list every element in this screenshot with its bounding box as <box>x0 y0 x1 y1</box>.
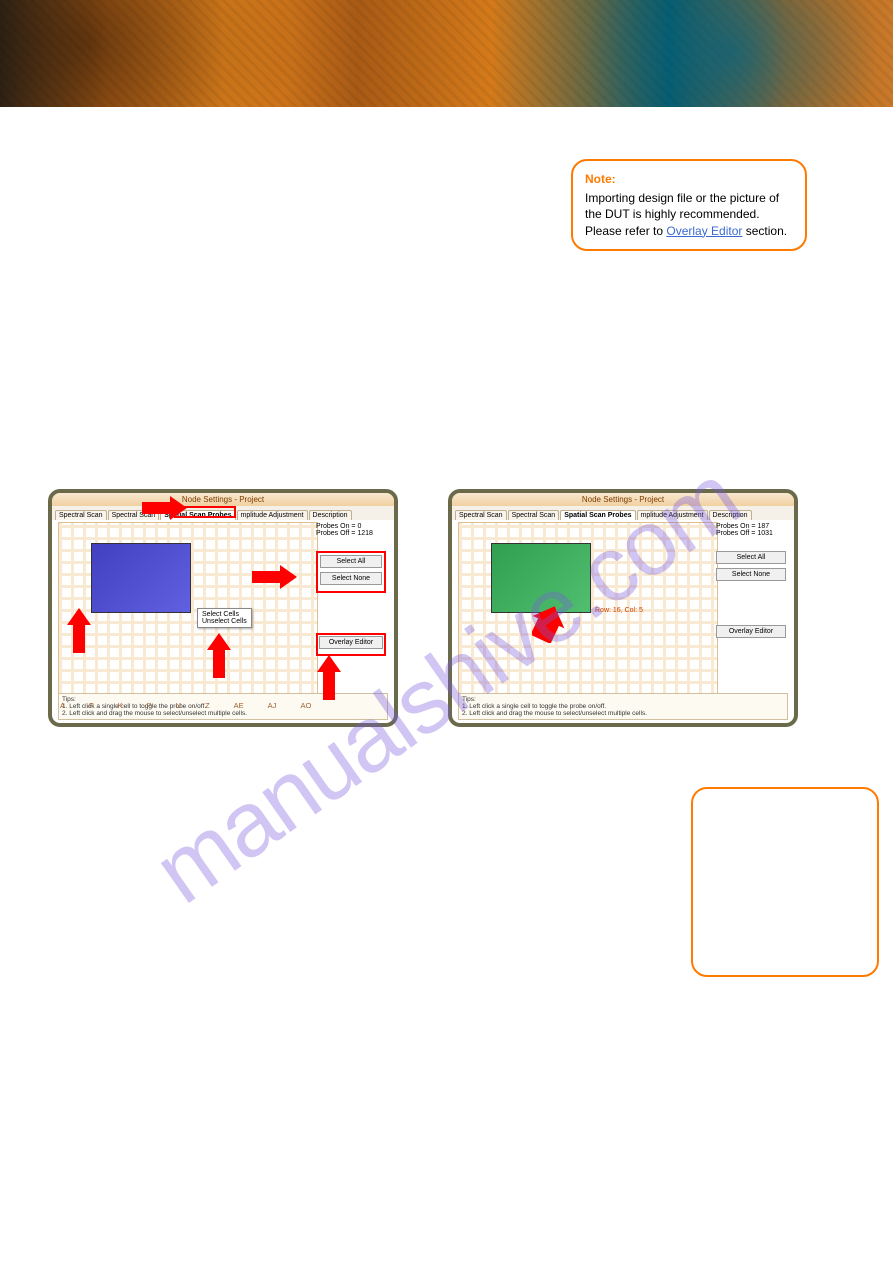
tip-1: 1. Left click a single cell to toggle th… <box>462 703 784 710</box>
arrow-icon <box>142 496 187 520</box>
tips-box: Tips: 1. Left click a single cell to tog… <box>458 693 788 720</box>
select-all-button[interactable]: Select All <box>320 555 382 568</box>
note-box-top: Note: Importing design file or the pictu… <box>571 159 807 251</box>
dut-overlay-blue <box>91 543 191 613</box>
arrow-icon <box>207 633 231 678</box>
probes-off-label: Probes Off <box>716 530 749 537</box>
probe-grid[interactable] <box>58 522 318 697</box>
tab-spectral-scan[interactable]: Spectral Scan <box>55 510 107 520</box>
probes-on-value: = 187 <box>751 523 769 530</box>
overlay-editor-link[interactable]: Overlay Editor <box>666 224 742 238</box>
select-none-button[interactable]: Select None <box>716 568 786 581</box>
axis-letters-left: AFKPUZAEAJAO <box>60 701 311 710</box>
probes-on-label: Probes On <box>716 523 749 530</box>
window-title: Node Settings - Project <box>452 493 794 506</box>
screenshot-left: Node Settings - Project Spectral Scan Sp… <box>48 489 398 727</box>
tab-amplitude-adjustment[interactable]: mplitude Adjustment <box>237 510 308 520</box>
window-title: Node Settings - Project <box>52 493 394 506</box>
select-all-button[interactable]: Select All <box>716 551 786 564</box>
probes-off-label: Probes Off <box>316 530 349 537</box>
tab-description[interactable]: Description <box>309 510 352 520</box>
tab-spatial-scan-probes[interactable]: Spatial Scan Probes <box>560 510 635 520</box>
tab-amplitude-adjustment[interactable]: mplitude Adjustment <box>637 510 708 520</box>
context-unselect-cells[interactable]: Unselect Cells <box>202 618 247 625</box>
tab-spectral-scan-probes[interactable]: Spectral Scan <box>508 510 560 520</box>
arrow-icon <box>67 608 91 653</box>
tip-2: 2. Left click and drag the mouse to sele… <box>62 710 384 717</box>
overlay-editor-button[interactable]: Overlay Editor <box>716 625 786 638</box>
tab-description[interactable]: Description <box>709 510 752 520</box>
tips-label: Tips: <box>462 696 784 703</box>
arrow-icon <box>252 565 297 589</box>
note-body-after: section. <box>742 224 787 238</box>
probes-on-label: Probes On <box>316 523 349 530</box>
probes-on-value: = 0 <box>351 523 361 530</box>
probes-off-value: = 1031 <box>751 530 773 537</box>
context-select-cells[interactable]: Select Cells <box>202 611 247 618</box>
probe-grid[interactable]: Row: 16, Col: 5 <box>458 522 718 697</box>
tab-spectral-scan[interactable]: Spectral Scan <box>455 510 507 520</box>
select-none-button[interactable]: Select None <box>320 572 382 585</box>
coordinate-tooltip: Row: 16, Col: 5 <box>595 607 643 614</box>
arrow-icon <box>532 601 574 643</box>
note-title: Note: <box>585 171 793 187</box>
tip-2: 2. Left click and drag the mouse to sele… <box>462 710 784 717</box>
probes-off-value: = 1218 <box>351 530 373 537</box>
note-box-bottom-empty <box>691 787 879 977</box>
overlay-editor-button[interactable]: Overlay Editor <box>319 636 383 649</box>
context-menu[interactable]: Select Cells Unselect Cells <box>197 608 252 628</box>
header-banner <box>0 0 893 107</box>
arrow-icon <box>317 655 341 700</box>
tab-bar: Spectral Scan Spectral Scan Spatial Scan… <box>452 506 794 520</box>
screenshot-right: Node Settings - Project Spectral Scan Sp… <box>448 489 798 727</box>
